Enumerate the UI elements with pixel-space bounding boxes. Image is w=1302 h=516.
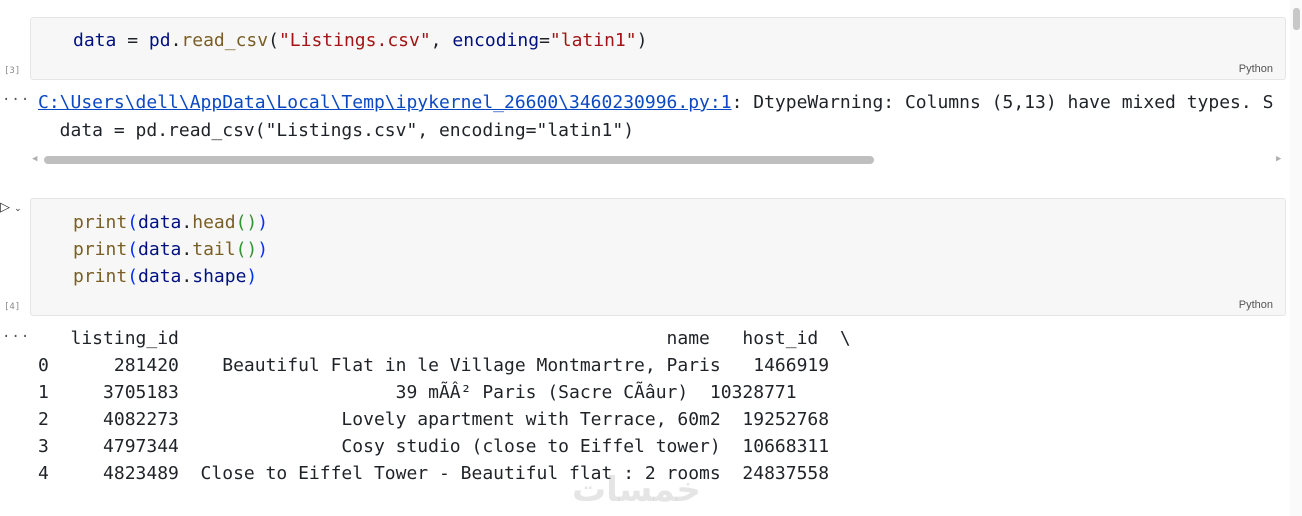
warning-source-line: data = pd.read_csv("Listings.csv", encod… — [38, 120, 635, 141]
scroll-right-icon[interactable]: ▶ — [1276, 154, 1281, 164]
watermark-logo: خمسات — [572, 470, 701, 510]
code-line-tail[interactable]: print(data.tail()) — [73, 239, 268, 260]
dataframe-row: 3 4797344 Cosy studio (close to Eiffel t… — [38, 436, 862, 457]
dataframe-row: 2 4082273 Lovely apartment with Terrace,… — [38, 409, 862, 430]
code-line-head[interactable]: print(data.head()) — [73, 212, 268, 233]
code-cell-1[interactable]: data = pd.read_csv("Listings.csv", encod… — [30, 17, 1286, 80]
chevron-down-icon[interactable]: ⌄ — [14, 204, 22, 214]
scrollbar-thumb[interactable] — [1293, 8, 1300, 30]
dataframe-header: listing_id name host_id \ — [38, 328, 851, 349]
dataframe-row: 0 281420 Beautiful Flat in le Village Mo… — [38, 355, 862, 376]
run-cell-icon[interactable]: ▷ ⌄ — [0, 200, 22, 215]
code-cell-2[interactable]: print(data.head()) print(data.tail()) pr… — [30, 198, 1286, 316]
output-more-icon[interactable]: ... — [2, 325, 30, 341]
execution-count: [4] — [4, 302, 21, 312]
dataframe-row: 1 3705183 39 mÃ­Â² Paris (Sacre CÃ­â­­ur… — [38, 382, 830, 403]
scroll-left-icon[interactable]: ◀ — [32, 154, 37, 164]
cell-language-label[interactable]: Python — [1239, 63, 1273, 75]
warning-file-link[interactable]: C:\Users\dell\AppData\Local\Temp\ipykern… — [38, 92, 732, 113]
vertical-scrollbar[interactable] — [1290, 0, 1302, 516]
cell-language-label[interactable]: Python — [1239, 299, 1273, 311]
execution-count: [3] — [4, 66, 21, 76]
warning-message: : DtypeWarning: Columns (5,13) have mixe… — [731, 92, 1274, 113]
warning-line: C:\Users\dell\AppData\Local\Temp\ipykern… — [38, 92, 1273, 113]
code-line-shape[interactable]: print(data.shape) — [73, 266, 257, 287]
code-line-read-csv[interactable]: data = pd.read_csv("Listings.csv", encod… — [73, 30, 647, 51]
dataframe-row: 4 4823489 Close to Eiffel Tower - Beauti… — [38, 463, 862, 484]
output-horizontal-scrollbar[interactable] — [44, 156, 1274, 164]
output-more-icon[interactable]: ... — [2, 88, 30, 104]
scrollbar-thumb[interactable] — [44, 156, 874, 164]
